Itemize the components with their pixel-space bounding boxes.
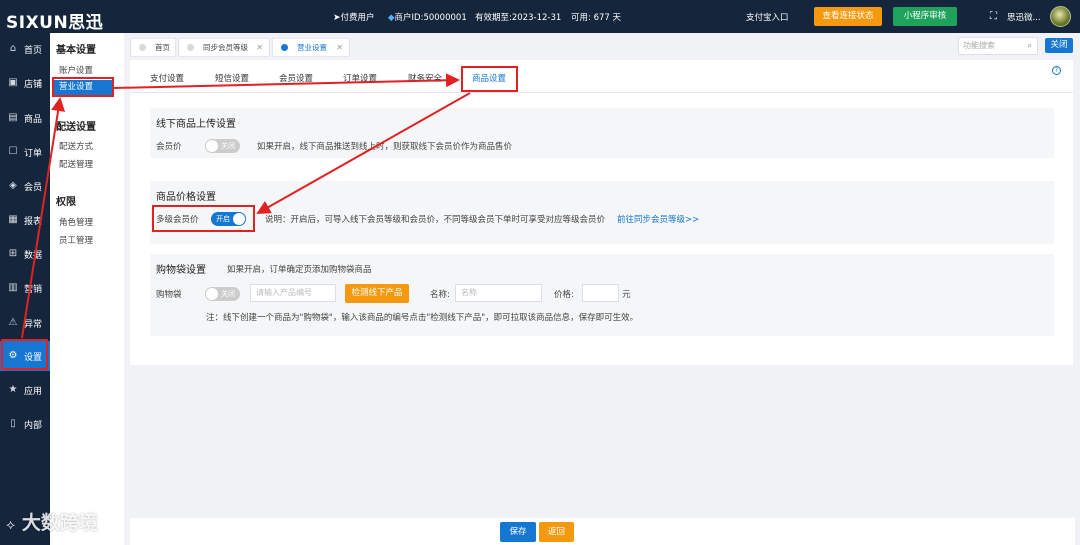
order-icon: ☐ <box>8 146 18 157</box>
bag-subtitle: 如果开启，订单确定页添加购物袋商品 <box>227 265 372 275</box>
sidebar-item-marketing[interactable]: ▥ 营销 <box>0 273 50 303</box>
submenu-item-staff-management[interactable]: 员工管理 <box>59 234 93 246</box>
tab-dot-icon <box>139 44 146 51</box>
tab-sms-settings[interactable]: 短信设置 <box>215 72 249 84</box>
submenu-item-delivery-method[interactable]: 配送方式 <box>59 140 93 152</box>
annotation-box-goods-tab <box>461 66 518 92</box>
section-title: 线下商品上传设置 <box>156 119 236 130</box>
tab-member-settings[interactable]: 会员设置 <box>279 72 313 84</box>
tab-order-settings[interactable]: 订单设置 <box>343 72 377 84</box>
member-icon: ◈ <box>9 180 17 191</box>
watermark-logo-icon: ⟡ <box>6 517 16 533</box>
annotation-box-settings <box>1 339 48 370</box>
submenu-item-delivery-management[interactable]: 配送管理 <box>59 158 93 170</box>
close-icon[interactable]: ✕ <box>256 39 263 56</box>
annotation-box-multi-level <box>152 205 255 232</box>
tab-finance-security[interactable]: 财务安全 <box>408 72 442 84</box>
main-content: 支付设置 短信设置 会员设置 订单设置 财务安全 商品设置 ? 线下商品上传设置… <box>130 60 1073 365</box>
price-unit: 元 <box>622 290 631 300</box>
sidebar-item-exceptions[interactable]: ⚠ 异常 <box>0 308 50 338</box>
sync-member-level-link[interactable]: 前往同步会员等级>> <box>617 213 699 225</box>
sidebar: ⌂ 首页 ▣ 店铺 ▤ 商品 ☐ 订单 ◈ 会员 ▦ 报表 ⊞ 数据 ▥ 营销 ⚠ 异常 ⚙ 设置 … <box>0 33 50 545</box>
annotation-box-business-settings <box>52 77 114 97</box>
footer-bar <box>130 518 1075 545</box>
back-button[interactable]: 返回 <box>539 522 574 542</box>
available-days: 可用: 677 天 <box>571 13 621 23</box>
help-icon[interactable]: ? <box>1052 66 1061 75</box>
watermark: ⟡ 大数跨境 <box>6 512 98 534</box>
settings-submenu <box>50 33 124 545</box>
submenu-heading-basic: 基本设置 <box>56 45 96 56</box>
name-label: 名称: <box>430 290 450 300</box>
sidebar-item-internal[interactable]: ▯ 内部 <box>0 409 50 439</box>
sidebar-item-reports[interactable]: ▦ 报表 <box>0 205 50 235</box>
goods-icon: ▤ <box>8 112 18 123</box>
sidebar-item-apps[interactable]: ★ 应用 <box>0 375 50 405</box>
member-price-label: 会员价 <box>156 142 182 152</box>
close-icon[interactable]: ✕ <box>336 39 343 56</box>
search-icon: ⌕ <box>1027 41 1032 50</box>
bag-price-input[interactable] <box>582 284 619 302</box>
merchant-id: ◆商户ID:50000001 <box>388 13 467 23</box>
sidebar-item-store[interactable]: ▣ 店铺 <box>0 68 50 98</box>
product-code-input[interactable]: 请输入产品编号 <box>250 284 336 302</box>
submenu-heading-permission: 权限 <box>56 197 76 208</box>
top-bar: SIXUN思迅 ➤付费用户 ◆商户ID:50000001 有效期至:2023-1… <box>0 0 1080 33</box>
avatar[interactable] <box>1050 6 1071 27</box>
shopping-bag-toggle[interactable]: 关闭 <box>205 287 240 301</box>
page-tab-sync-member-level[interactable]: 同步会员等级 ✕ <box>178 38 270 57</box>
member-price-description: 如果开启，线下商品推送到线上时，则获取线下会员价作为商品售价 <box>257 142 513 152</box>
page-tab-business-settings[interactable]: 营业设置 ✕ <box>272 38 350 57</box>
function-search-input[interactable]: 功能搜索 ⌕ <box>958 37 1038 55</box>
submenu-item-role-management[interactable]: 角色管理 <box>59 216 93 228</box>
document-icon: ▯ <box>10 418 16 429</box>
multi-level-description: 说明：开启后，可导入线下会员等级和会员价，不同等级会员下单时可享受对应等级会员价 <box>265 215 606 225</box>
check-connection-button[interactable]: 查看连接状态 <box>814 7 882 26</box>
data-icon: ⊞ <box>8 248 18 259</box>
price-label: 价格: <box>554 290 574 300</box>
sidebar-item-goods[interactable]: ▤ 商品 <box>0 103 50 133</box>
user-name[interactable]: 思迅微... <box>1007 11 1041 23</box>
sidebar-item-orders[interactable]: ☐ 订单 <box>0 137 50 167</box>
alipay-entry-link[interactable]: 支付宝入口 <box>746 11 789 23</box>
fullscreen-icon[interactable]: ⛶ <box>990 11 997 22</box>
warning-icon: ⚠ <box>8 317 18 328</box>
mini-program-review-button[interactable]: 小程序审核 <box>893 7 957 26</box>
report-icon: ▦ <box>8 214 18 225</box>
detect-offline-product-button[interactable]: 检测线下产品 <box>345 284 409 303</box>
submenu-heading-delivery: 配送设置 <box>56 122 96 133</box>
submenu-item-account-settings[interactable]: 账户设置 <box>59 64 93 76</box>
home-icon: ⌂ <box>9 43 17 54</box>
close-all-button[interactable]: 关闭 <box>1045 38 1073 53</box>
marketing-icon: ▥ <box>8 282 18 293</box>
bag-note: 注：线下创建一个商品为"购物袋"，输入该商品的编号点击"检测线下产品"，即可拉取… <box>206 313 639 323</box>
offline-upload-section: 线下商品上传设置 会员价 关闭 如果开启，线下商品推送到线上时，则获取线下会员价… <box>150 108 1054 158</box>
sidebar-item-members[interactable]: ◈ 会员 <box>0 171 50 201</box>
shopping-bag-label: 购物袋 <box>156 290 182 300</box>
star-icon: ★ <box>8 384 18 395</box>
sidebar-item-data[interactable]: ⊞ 数据 <box>0 239 50 269</box>
price-settings-section: 商品价格设置 多级会员价 开启 说明：开启后，可导入线下会员等级和会员价，不同等… <box>150 181 1054 244</box>
paid-user-badge: ➤付费用户 <box>333 13 375 23</box>
tab-divider <box>130 92 1073 93</box>
tab-dot-icon <box>187 44 194 51</box>
tab-payment-settings[interactable]: 支付设置 <box>150 72 184 84</box>
page-tab-home[interactable]: 首页 <box>130 38 176 57</box>
sidebar-item-home[interactable]: ⌂ 首页 <box>0 34 50 64</box>
store-icon: ▣ <box>8 77 18 88</box>
member-price-toggle[interactable]: 关闭 <box>205 139 240 153</box>
logo: SIXUN思迅 <box>6 13 104 33</box>
tab-dot-icon <box>281 44 288 51</box>
bag-name-input[interactable]: 名称 <box>455 284 542 302</box>
valid-until: 有效期至:2023-12-31 <box>475 13 562 23</box>
shopping-bag-section: 购物袋设置 如果开启，订单确定页添加购物袋商品 购物袋 关闭 请输入产品编号 检… <box>150 254 1054 336</box>
section-title: 购物袋设置 <box>156 265 206 276</box>
section-title: 商品价格设置 <box>156 192 216 203</box>
save-button[interactable]: 保存 <box>500 522 536 542</box>
